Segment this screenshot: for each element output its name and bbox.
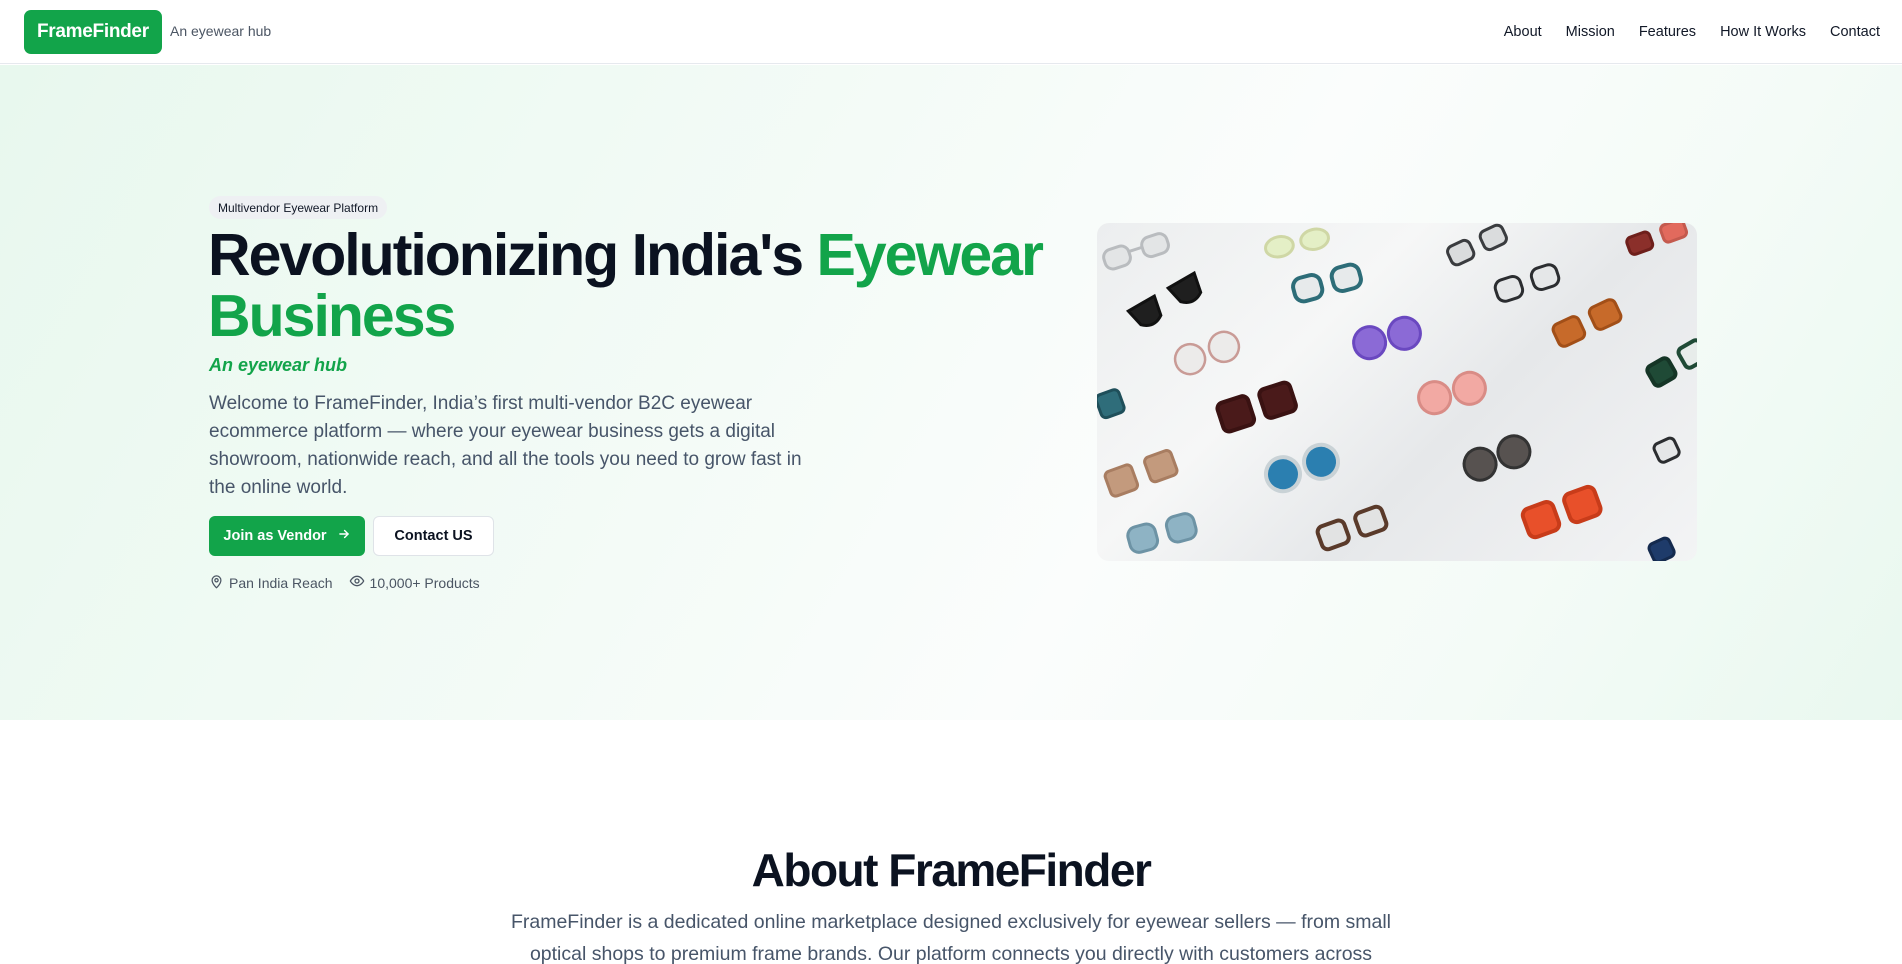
hero-subtitle: An eyewear hub	[209, 355, 348, 375]
nav-link-how-it-works[interactable]: How It Works	[1720, 24, 1806, 40]
nav-link-contact[interactable]: Contact	[1830, 24, 1880, 40]
join-vendor-button[interactable]: Join as Vendor	[209, 516, 365, 556]
eyewear-collection-image	[1097, 223, 1697, 561]
join-vendor-label: Join as Vendor	[223, 528, 327, 544]
site-header: FrameFinder An eyewear hub About Mission…	[0, 0, 1902, 64]
nav-link-features[interactable]: Features	[1639, 24, 1696, 40]
hero-stats: Pan India Reach 10,000+ Products	[209, 573, 480, 592]
header-tagline: An eyewear hub	[170, 23, 272, 39]
arrow-right-icon	[337, 527, 351, 545]
platform-badge: Multivendor Eyewear Platform	[209, 196, 388, 219]
main-nav: About Mission Features How It Works Cont…	[1504, 0, 1880, 64]
about-description: FrameFinder is a dedicated online market…	[510, 911, 1392, 964]
hero-headline: Revolutionizing India's Eyewear Business	[208, 225, 1058, 347]
stat-reach-label: Pan India Reach	[229, 574, 333, 591]
hero-description: Welcome to FrameFinder, India’s first mu…	[209, 393, 802, 498]
headline-main: Revolutionizing India's	[208, 222, 817, 288]
nav-link-mission[interactable]: Mission	[1566, 24, 1615, 40]
eye-icon	[349, 573, 365, 592]
nav-link-about[interactable]: About	[1504, 24, 1542, 40]
stat-products-label: 10,000+ Products	[369, 574, 480, 591]
stat-products: 10,000+ Products	[349, 573, 480, 592]
stat-reach: Pan India Reach	[209, 573, 333, 592]
contact-us-button[interactable]: Contact US	[373, 516, 494, 556]
about-title: About FrameFinder	[751, 844, 1152, 896]
map-pin-icon	[209, 574, 224, 592]
logo[interactable]: FrameFinder	[24, 10, 162, 54]
